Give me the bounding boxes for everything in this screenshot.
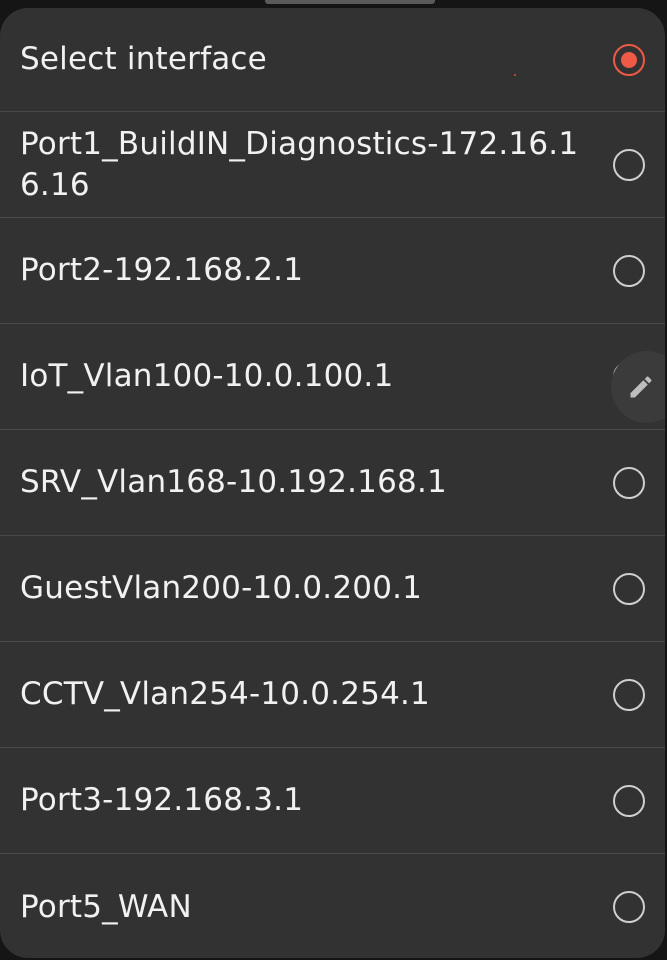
radio-icon[interactable] <box>613 572 645 605</box>
radio-icon[interactable] <box>613 891 645 923</box>
option-cctv-vlan254[interactable]: CCTV_Vlan254-10.0.254.1 <box>0 642 665 748</box>
option-label: Port5_WAN <box>20 888 192 925</box>
dialog-title-row[interactable]: Select interface <box>0 8 665 112</box>
option-label: CCTV_Vlan254-10.0.254.1 <box>20 676 430 712</box>
artifact-dot <box>514 74 516 76</box>
option-port3[interactable]: Port3-192.168.3.1 <box>0 748 665 854</box>
radio-icon[interactable] <box>613 784 645 817</box>
radio-checked-icon[interactable] <box>613 43 645 76</box>
radio-icon[interactable] <box>613 148 645 181</box>
option-srv-vlan168[interactable]: SRV_Vlan168-10.192.168.1 <box>0 430 665 536</box>
radio-icon[interactable] <box>613 678 645 711</box>
pencil-icon <box>630 376 652 398</box>
option-port2[interactable]: Port2-192.168.2.1 <box>0 218 665 324</box>
option-label: Port3-192.168.3.1 <box>20 782 304 818</box>
radio-icon[interactable] <box>613 254 645 287</box>
option-port1[interactable]: Port1_BuildIN_Diagnostics-172.16.16.16 <box>0 112 665 218</box>
option-label: GuestVlan200-10.0.200.1 <box>20 570 423 606</box>
option-label: SRV_Vlan168-10.192.168.1 <box>20 464 447 500</box>
option-label: Port2-192.168.2.1 <box>20 252 304 288</box>
option-port5-wan[interactable]: Port5_WAN <box>0 854 665 958</box>
select-interface-dialog: Select interface Port1_BuildIN_Diagnosti… <box>0 8 665 958</box>
option-iot-vlan100[interactable]: IoT_Vlan100-10.0.100.1 <box>0 324 665 430</box>
option-label: IoT_Vlan100-10.0.100.1 <box>20 358 394 394</box>
option-guest-vlan200[interactable]: GuestVlan200-10.0.200.1 <box>0 536 665 642</box>
background-edge <box>265 0 435 4</box>
radio-icon[interactable] <box>613 466 645 499</box>
dialog-title: Select interface <box>20 41 267 77</box>
option-label: Port1_BuildIN_Diagnostics-172.16.16.16 <box>20 125 579 203</box>
